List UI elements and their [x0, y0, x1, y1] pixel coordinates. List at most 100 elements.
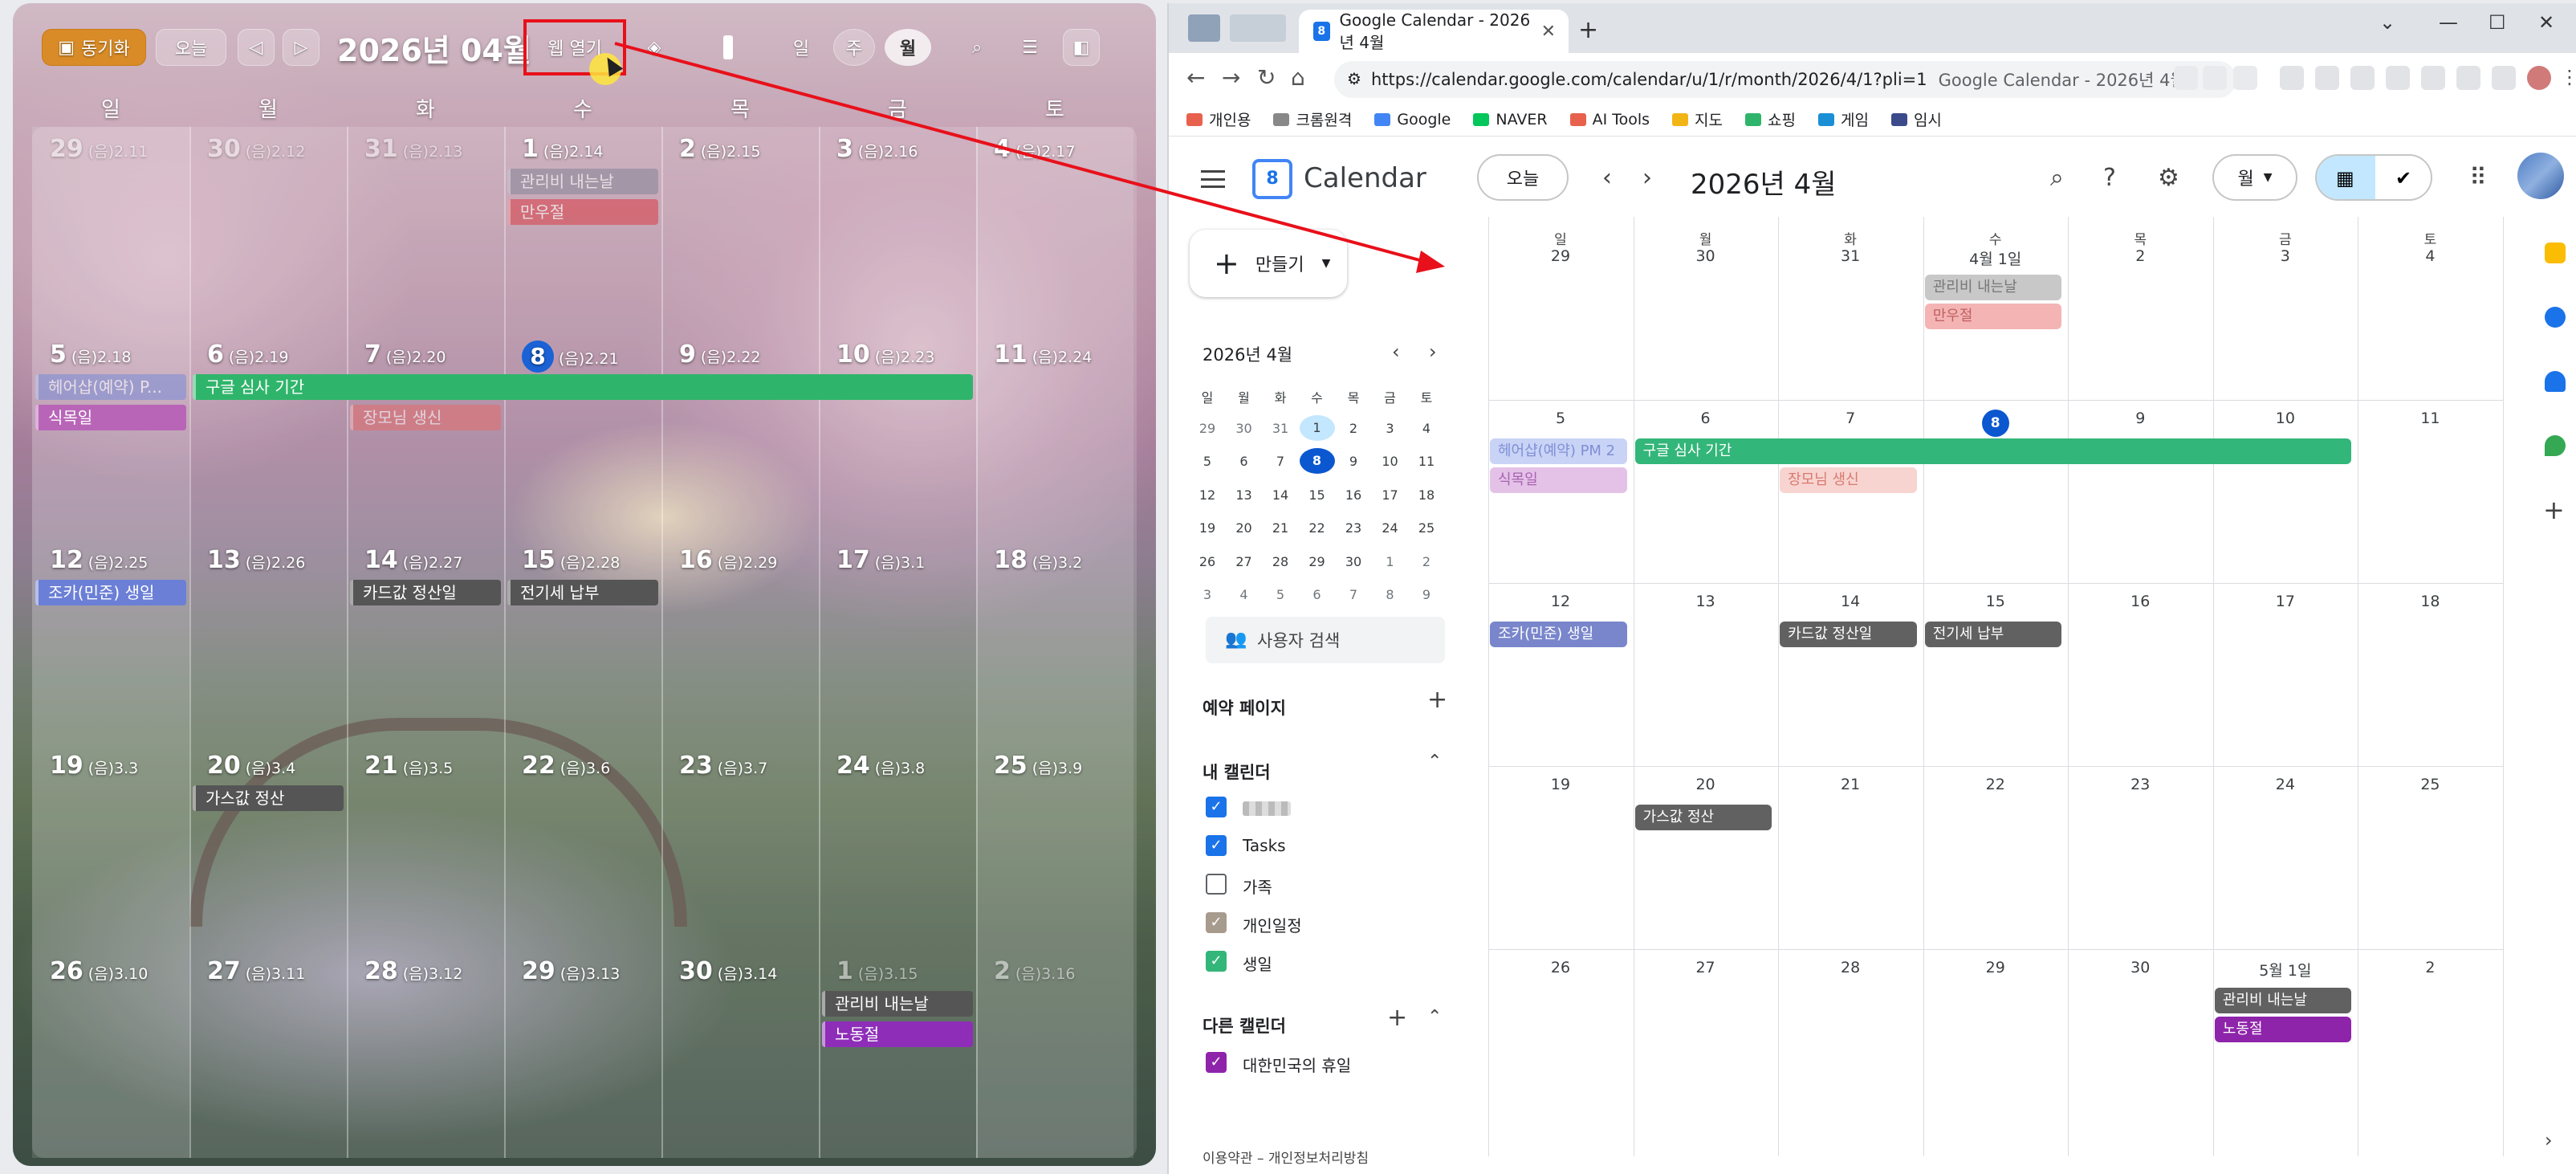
mini-day[interactable]: 6	[1227, 454, 1262, 469]
grid-day-number[interactable]: 14	[1778, 593, 1923, 610]
pin-icon[interactable]: ◈	[636, 29, 673, 66]
download-icon[interactable]	[2350, 66, 2375, 90]
grid-day-number[interactable]: 29	[1488, 247, 1633, 265]
minimize-icon[interactable]: —	[2439, 11, 2458, 34]
calendar-event[interactable]: 헤어샵(예약) PM 2	[1490, 438, 1627, 464]
close-tab-icon[interactable]: ✕	[1541, 22, 1556, 42]
grid-day-number[interactable]: 4	[2358, 247, 2502, 265]
back-icon[interactable]: ←	[1186, 64, 1205, 91]
opacity-slider[interactable]	[718, 29, 739, 66]
screenshot-icon[interactable]	[2421, 66, 2445, 90]
grid-day-number[interactable]: 6	[1634, 410, 1778, 427]
apps-grid-icon[interactable]: ⠿	[2469, 164, 2487, 192]
address-bar[interactable]: ⚙ https://calendar.google.com/calendar/u…	[1334, 61, 2236, 98]
grid-day-number[interactable]: 11	[2358, 410, 2502, 427]
day-cell-number[interactable]: 30 (음)3.14	[679, 957, 777, 985]
day-cell-number[interactable]: 21 (음)3.5	[364, 752, 453, 780]
tasks-icon[interactable]	[2545, 307, 2566, 328]
calendar-event[interactable]: 노동절	[2214, 1017, 2352, 1042]
calendar-checkbox[interactable]: ✓	[1206, 797, 1227, 817]
grid-day-number[interactable]: 5	[1488, 410, 1633, 427]
calendar-event[interactable]: 장모님 생신	[1780, 467, 1917, 493]
mini-day[interactable]: 23	[1336, 520, 1371, 536]
grid-day-number[interactable]: 27	[1634, 959, 1778, 976]
calendar-checkbox[interactable]: ✓	[1206, 912, 1227, 933]
capture-icon[interactable]	[2456, 66, 2480, 90]
day-cell-number[interactable]: 9 (음)2.22	[679, 340, 761, 369]
grid-day-number[interactable]: 13	[1634, 593, 1778, 610]
day-cell-number[interactable]: 24 (음)3.8	[836, 752, 925, 780]
calendar-event[interactable]: 식목일	[1490, 467, 1627, 493]
mini-day[interactable]: 21	[1263, 520, 1298, 536]
day-cell-number[interactable]: 28 (음)3.12	[364, 957, 462, 985]
mini-day[interactable]: 7	[1263, 454, 1298, 469]
bookmark-item[interactable]: 지도	[1672, 108, 1723, 130]
home-icon[interactable]: ⌂	[1291, 64, 1305, 91]
contacts-icon[interactable]	[2545, 371, 2566, 392]
day-cell-number[interactable]: 5 (음)2.18	[50, 340, 132, 369]
mini-day[interactable]: 3	[1373, 421, 1408, 436]
widget-event[interactable]: 장모님 생신	[350, 405, 501, 430]
mini-day[interactable]: 4	[1227, 587, 1262, 602]
close-window-icon[interactable]: ✕	[2538, 11, 2554, 34]
calendar-event[interactable]: 만우절	[1924, 304, 2062, 329]
calendar-checkbox[interactable]: ✓	[1206, 1052, 1227, 1073]
mini-day[interactable]: 1	[1373, 554, 1408, 569]
day-cell-number[interactable]: 30 (음)2.12	[207, 135, 305, 163]
bookmark-item[interactable]: 쇼핑	[1745, 108, 1796, 130]
account-avatar[interactable]	[2517, 153, 2564, 199]
sidepanel-icon[interactable]	[2492, 66, 2516, 90]
calendar-event[interactable]: 전기세 납부	[1924, 622, 2062, 647]
collapse-icon[interactable]: ⌃	[1427, 1007, 1442, 1027]
grid-day-number[interactable]: 29	[1923, 959, 2068, 976]
mini-day[interactable]: 2	[1409, 554, 1444, 569]
more-icon[interactable]: ⋮	[2558, 66, 2576, 90]
mini-prev-icon[interactable]: ‹	[1392, 340, 1400, 363]
view-month-button[interactable]: 월	[885, 29, 931, 66]
widget-event[interactable]: 관리비 내는날	[507, 169, 658, 194]
widget-event[interactable]: 헤어샵(예약) P...	[35, 374, 186, 400]
extension-icon[interactable]	[2280, 66, 2304, 90]
grid-day-number[interactable]: 21	[1778, 776, 1923, 793]
bookmark-star-icon[interactable]	[2233, 66, 2257, 90]
view-day-button[interactable]: 일	[780, 29, 822, 66]
grid-day-number[interactable]: 5월 1일	[2213, 959, 2358, 980]
gcal-today-button[interactable]: 오늘	[1477, 154, 1569, 201]
day-cell-number[interactable]: 8 (음)2.21	[522, 340, 619, 373]
grid-day-number[interactable]: 31	[1778, 247, 1923, 265]
day-cell-number[interactable]: 15 (음)2.28	[522, 546, 620, 574]
tasks-check-icon[interactable]: ✔	[2395, 167, 2411, 190]
add-calendar-icon[interactable]: +	[1387, 1004, 1407, 1032]
grid-day-number[interactable]: 8	[1923, 410, 2068, 437]
add-addon-icon[interactable]: +	[2543, 495, 2565, 525]
grid-day-number[interactable]: 16	[2068, 593, 2212, 610]
day-cell-number[interactable]: 22 (음)3.6	[522, 752, 610, 780]
main-menu-icon[interactable]	[1201, 170, 1225, 188]
settings-gear-icon[interactable]: ⚙	[2158, 164, 2179, 192]
widget-event[interactable]: 가스값 정산	[193, 785, 344, 811]
bookmark-item[interactable]: Google	[1374, 111, 1451, 128]
mini-day[interactable]: 5	[1263, 587, 1298, 602]
widget-event[interactable]: 조카(민준) 생일	[35, 580, 186, 605]
tab-google-calendar[interactable]: 8 Google Calendar - 2026년 4월 ✕	[1299, 10, 1569, 53]
grid-day-number[interactable]: 28	[1778, 959, 1923, 976]
mini-day[interactable]: 28	[1263, 554, 1298, 569]
user-search-input[interactable]: 👥 사용자 검색	[1206, 617, 1445, 663]
tab-search-icon[interactable]: ⌄	[2379, 11, 2395, 34]
widget-event[interactable]: 만우절	[507, 199, 658, 225]
mini-day[interactable]: 29	[1190, 421, 1225, 436]
mini-day[interactable]: 24	[1373, 520, 1408, 536]
sync-button[interactable]: ▣ 동기화	[42, 29, 146, 66]
calendar-event[interactable]: 관리비 내는날	[1924, 275, 2062, 300]
day-cell-number[interactable]: 12 (음)2.25	[50, 546, 148, 574]
day-cell-number[interactable]: 14 (음)2.27	[364, 546, 462, 574]
mini-day[interactable]: 3	[1190, 587, 1225, 602]
create-button[interactable]: + 만들기 ▼	[1190, 230, 1347, 297]
day-cell-number[interactable]: 20 (음)3.4	[207, 752, 295, 780]
mini-day[interactable]: 14	[1263, 487, 1298, 503]
day-cell-number[interactable]: 25 (음)3.9	[994, 752, 1082, 780]
profile-tab-icon[interactable]	[1188, 14, 1220, 42]
day-cell-number[interactable]: 16 (음)2.29	[679, 546, 777, 574]
mini-day[interactable]: 2	[1336, 421, 1371, 436]
footer-links[interactable]: 이용약관 – 개인정보처리방침	[1203, 1147, 1369, 1167]
